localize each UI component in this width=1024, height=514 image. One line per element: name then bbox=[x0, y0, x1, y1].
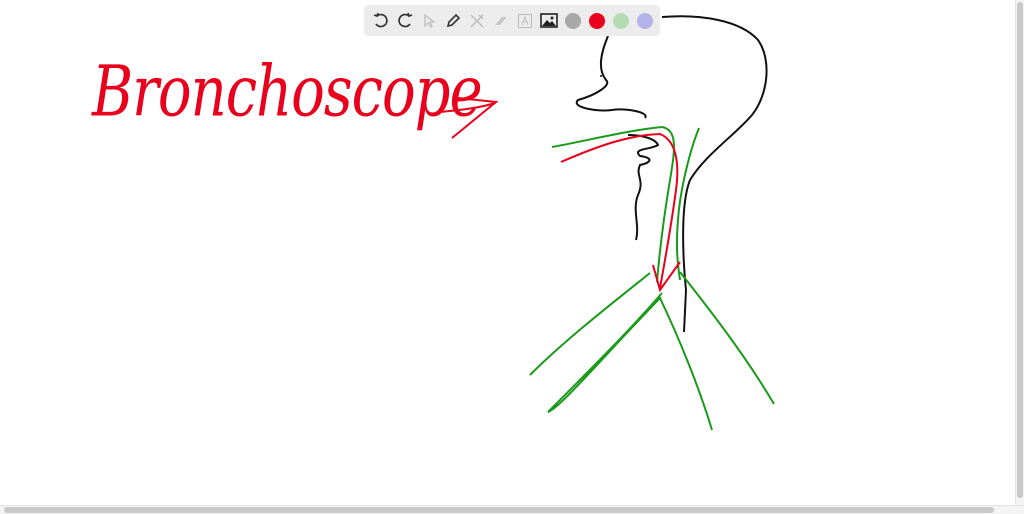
eye-dot bbox=[600, 75, 602, 77]
image-icon bbox=[539, 13, 558, 28]
color-swatch-green bbox=[612, 12, 629, 29]
airway-back-stroke bbox=[675, 127, 700, 281]
bronchus-right-stroke bbox=[679, 271, 775, 405]
color-swatch-gray bbox=[564, 12, 581, 29]
undo-icon bbox=[373, 12, 388, 27]
bronchus-left-inner-stroke bbox=[547, 292, 713, 431]
color-gray-button[interactable] bbox=[562, 9, 583, 33]
select-button[interactable] bbox=[418, 9, 439, 33]
text-button[interactable] bbox=[514, 9, 535, 33]
horizontal-scrollbar[interactable] bbox=[0, 505, 1024, 514]
color-purple-button[interactable] bbox=[634, 9, 655, 33]
bronchoscope-label: Bronchoscope bbox=[92, 51, 483, 133]
vertical-scrollbar-thumb[interactable] bbox=[1017, 2, 1023, 498]
redo-button[interactable] bbox=[394, 9, 415, 33]
vertical-scrollbar[interactable] bbox=[1015, 0, 1024, 506]
text-icon bbox=[517, 13, 532, 28]
airway-upper-stroke bbox=[551, 125, 675, 283]
pen-icon bbox=[446, 13, 460, 27]
color-green-button[interactable] bbox=[610, 9, 631, 33]
tools-icon bbox=[470, 14, 483, 27]
drawing-toolbar bbox=[364, 5, 660, 36]
redo-icon bbox=[397, 12, 412, 27]
bronchoscope-arrowhead bbox=[652, 261, 681, 293]
color-swatch-red bbox=[588, 12, 605, 29]
horizontal-scrollbar-thumb[interactable] bbox=[4, 507, 994, 513]
tools-button[interactable] bbox=[466, 9, 487, 33]
image-button[interactable] bbox=[538, 9, 559, 33]
face-stroke bbox=[575, 35, 647, 119]
eraser-icon bbox=[494, 16, 507, 25]
bronchus-left-stroke bbox=[529, 272, 651, 376]
color-red-button[interactable] bbox=[586, 9, 607, 33]
undo-button[interactable] bbox=[370, 9, 391, 33]
chin-stroke bbox=[627, 134, 660, 241]
pen-button[interactable] bbox=[442, 9, 463, 33]
color-swatch-purple bbox=[636, 12, 653, 29]
select-icon bbox=[423, 13, 436, 28]
eraser-button[interactable] bbox=[490, 9, 511, 33]
bronchoscope-stroke bbox=[560, 132, 679, 289]
